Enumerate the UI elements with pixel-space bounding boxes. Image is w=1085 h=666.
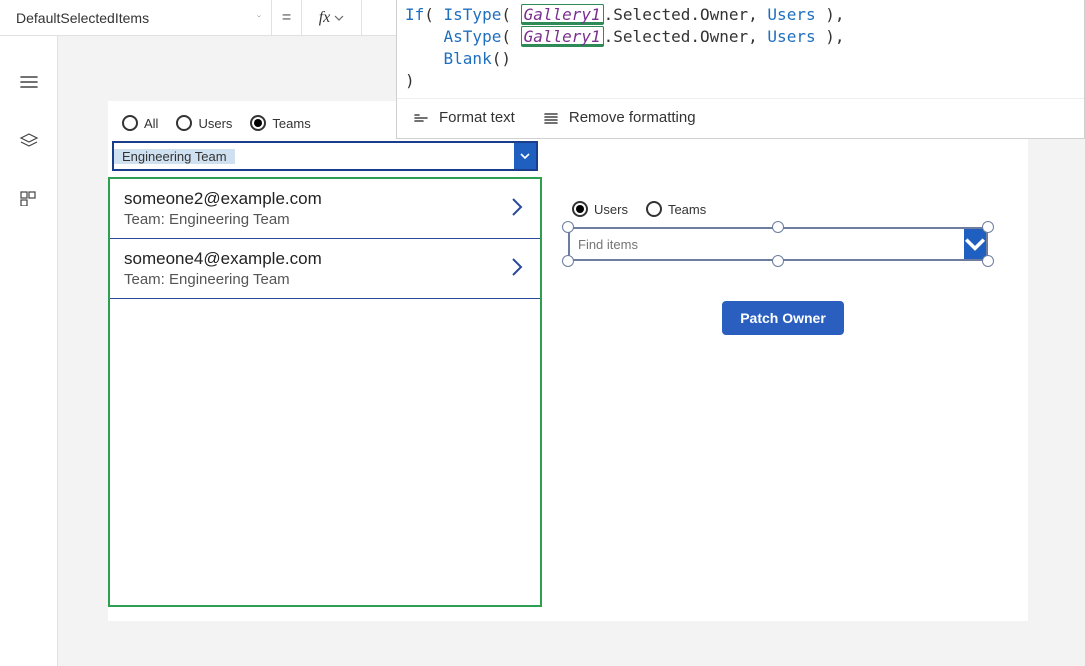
gallery-item-title: someone2@example.com	[124, 189, 322, 209]
dropdown-toggle[interactable]	[964, 229, 986, 259]
patch-owner-button[interactable]: Patch Owner	[722, 301, 844, 335]
gallery-item-title: someone4@example.com	[124, 249, 322, 269]
chevron-right-icon[interactable]	[508, 255, 526, 282]
radio-users[interactable]: Users	[176, 115, 232, 131]
formula-editor[interactable]: If( IsType( Gallery1.Selected.Owner, Use…	[396, 0, 1085, 139]
formula-actions: Format text Remove formatting	[397, 98, 1084, 138]
equals-sign: =	[272, 0, 302, 35]
resize-handle[interactable]	[562, 255, 574, 267]
right-panel: Users Teams	[568, 201, 998, 335]
radio-teams[interactable]: Teams	[250, 115, 310, 131]
radio-circle-icon	[122, 115, 138, 131]
formula-text[interactable]: If( IsType( Gallery1.Selected.Owner, Use…	[397, 0, 1084, 98]
gallery[interactable]: someone2@example.com Team: Engineering T…	[108, 177, 542, 607]
owner-combobox-input[interactable]	[570, 237, 964, 252]
left-rail	[0, 36, 58, 666]
remove-formatting-icon	[543, 111, 559, 125]
fx-label: fx	[319, 9, 331, 27]
format-text-button[interactable]: Format text	[413, 109, 515, 126]
team-dropdown[interactable]: Engineering Team	[112, 141, 538, 171]
radio-all[interactable]: All	[122, 115, 158, 131]
format-text-icon	[413, 111, 429, 125]
remove-formatting-button[interactable]: Remove formatting	[543, 109, 696, 126]
radio-circle-icon	[646, 201, 662, 217]
radio-owner-users[interactable]: Users	[572, 201, 628, 217]
components-icon[interactable]	[19, 190, 39, 206]
fx-button[interactable]: fx	[302, 0, 362, 35]
hamburger-icon[interactable]	[19, 74, 39, 90]
dropdown-value: Engineering Team	[114, 149, 235, 164]
layers-icon[interactable]	[19, 132, 39, 148]
owner-combobox-selected[interactable]	[568, 227, 988, 261]
gallery-item[interactable]: someone4@example.com Team: Engineering T…	[110, 239, 540, 299]
app-root: DefaultSelectedItems = fx If( IsType( Ga…	[0, 0, 1085, 666]
property-selector[interactable]: DefaultSelectedItems	[0, 0, 272, 35]
gallery-item-subtitle: Team: Engineering Team	[124, 211, 322, 228]
left-panel: All Users Teams Engineering Team	[108, 101, 542, 621]
gallery-item-subtitle: Team: Engineering Team	[124, 271, 322, 288]
property-name: DefaultSelectedItems	[10, 10, 149, 26]
resize-handle[interactable]	[982, 255, 994, 267]
radio-circle-icon	[176, 115, 192, 131]
resize-handle[interactable]	[562, 221, 574, 233]
chevron-right-icon[interactable]	[508, 195, 526, 222]
chevron-down-icon	[251, 15, 261, 21]
dropdown-toggle[interactable]	[514, 143, 536, 169]
resize-handle[interactable]	[982, 221, 994, 233]
resize-handle[interactable]	[772, 255, 784, 267]
owner-type-radios: Users Teams	[568, 201, 998, 217]
resize-handle[interactable]	[772, 221, 784, 233]
gallery-item[interactable]: someone2@example.com Team: Engineering T…	[110, 179, 540, 239]
radio-circle-selected-icon	[572, 201, 588, 217]
radio-circle-selected-icon	[250, 115, 266, 131]
radio-owner-teams[interactable]: Teams	[646, 201, 706, 217]
screen: All Users Teams Engineering Team	[108, 101, 1028, 621]
chevron-down-icon	[334, 15, 344, 21]
